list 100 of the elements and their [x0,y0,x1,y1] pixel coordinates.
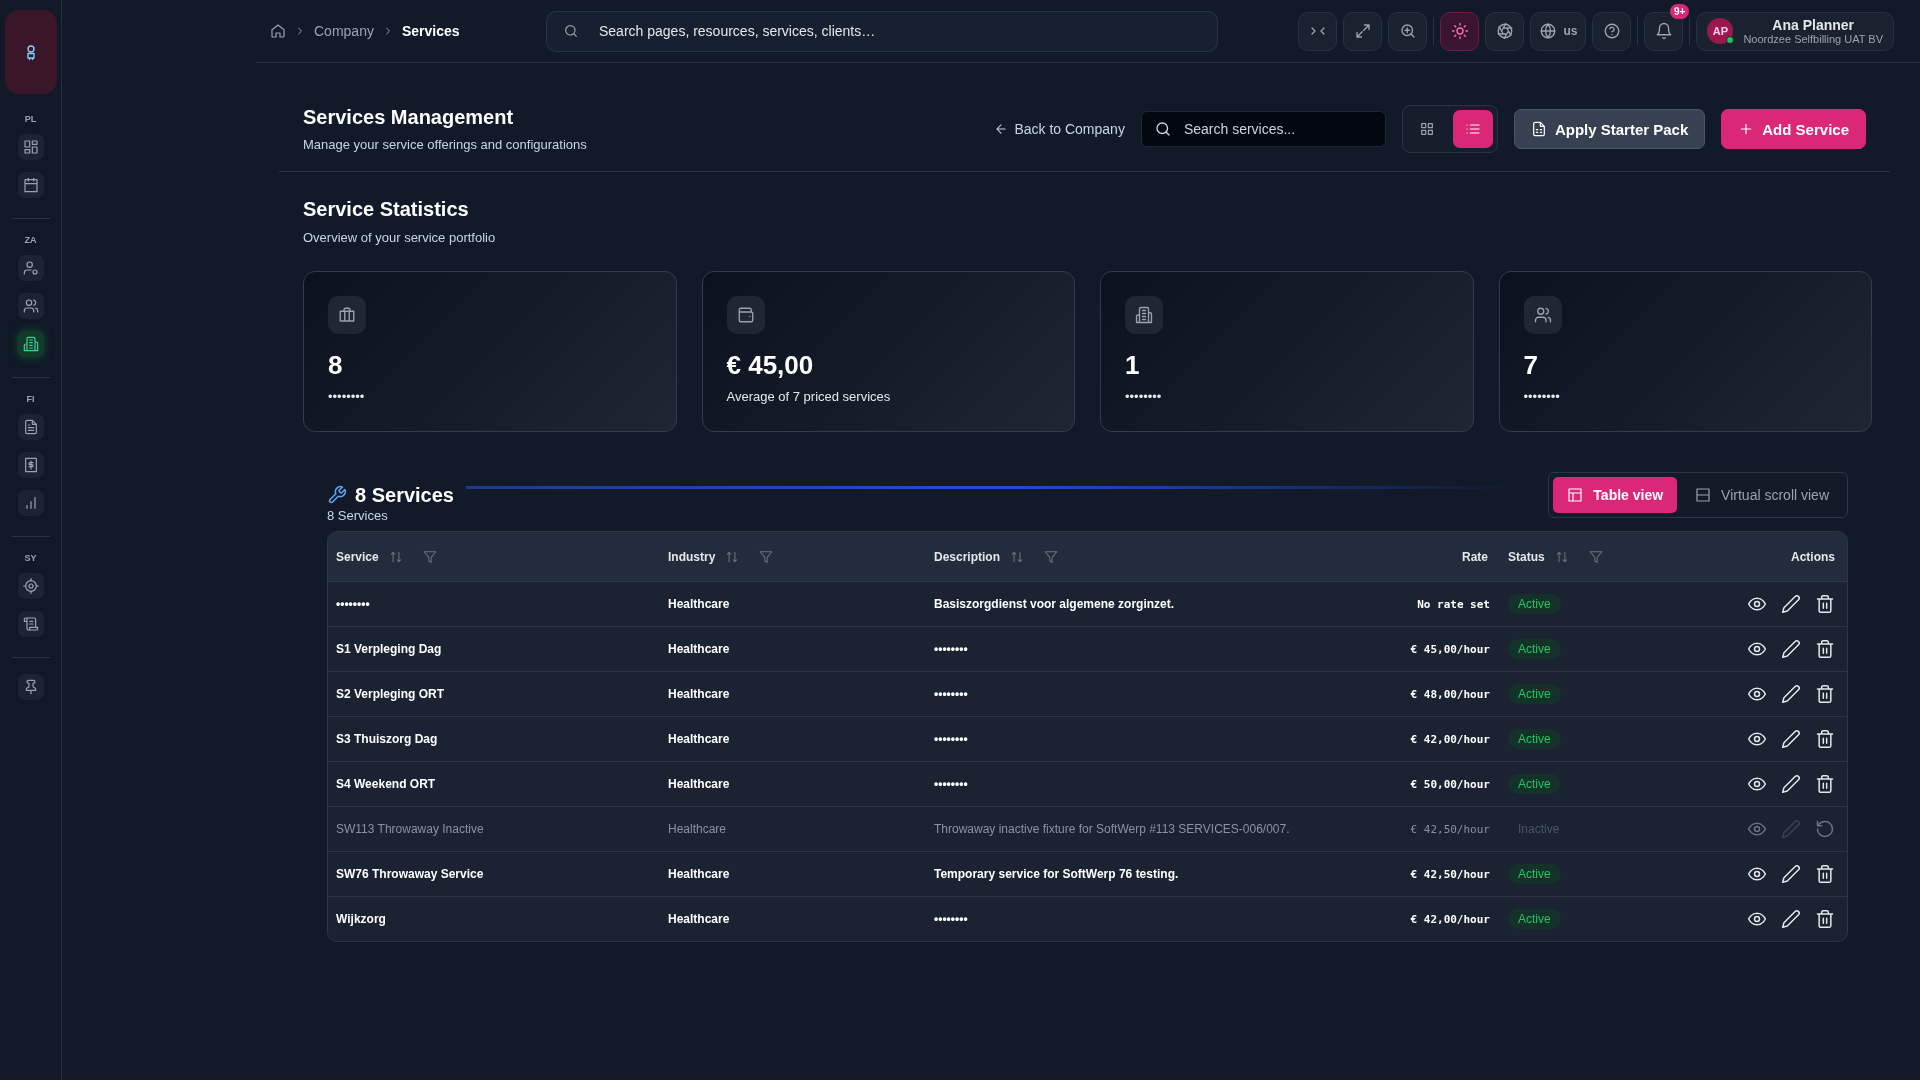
filter-icon [1588,549,1603,564]
fullscreen-button[interactable] [1343,11,1383,51]
delete-button[interactable] [1815,909,1835,929]
delete-button[interactable] [1815,594,1835,614]
edit-button[interactable] [1781,639,1801,659]
section-label: PL [24,114,37,124]
status-badge: Active [1508,594,1561,614]
table-cell-text: € 50,00/hour [1409,777,1491,791]
edit-button[interactable] [1781,594,1801,614]
notification-badge: 9+ [1670,3,1690,19]
search-input[interactable]: Search pages, resources, services, clients… [597,22,1201,40]
table-cell-text: € 42,00/hour [1409,732,1491,746]
table-cell-text: S2 Verpleging ORT [335,687,446,701]
sidebar-item[interactable] [17,331,44,357]
globe-icon [1539,22,1558,40]
delete-button[interactable] [1815,729,1835,749]
breadcrumb-item[interactable]: Company [314,23,374,39]
add-service-button[interactable]: Add Service [1721,109,1866,149]
language-button[interactable]: us [1530,11,1587,51]
status-badge: Active [1508,909,1561,929]
table-cell-text: Healthcare [667,597,731,611]
aperture-icon [1495,22,1514,40]
sidebar-item[interactable] [17,490,44,516]
document-icon [1530,121,1547,137]
column-header[interactable]: Description [934,549,1000,564]
search-field[interactable]: Search services... [1140,111,1386,147]
restore-icon [1815,819,1835,839]
column-header[interactable]: Industry [668,549,716,564]
theme-toggle[interactable] [1440,11,1480,51]
page-title: Services Management [303,106,515,129]
delete-button[interactable] [1815,774,1835,794]
sidebar-item[interactable] [17,452,44,478]
apply-starter-pack-button[interactable]: Apply Starter Pack [1513,109,1706,149]
table-cell-text: Healthcare [667,777,731,791]
table-cell-text: •••••••• [933,777,969,791]
table-cell-text: •••••••• [933,687,969,701]
restore-button[interactable] [1815,819,1835,839]
pencil-icon [1781,774,1801,794]
search-field[interactable]: Search pages, resources, services, clients… [546,10,1218,52]
section-label: ZA [24,235,37,245]
column-header[interactable]: Status [1508,549,1545,564]
section-label: SY [24,553,37,563]
status-badge: Active [1508,774,1561,794]
aperture-button[interactable] [1485,11,1525,51]
table-cell-text: Healthcare [667,822,728,836]
pin-button[interactable] [17,674,44,700]
pencil-icon [1781,819,1801,839]
filter-icon [422,549,437,564]
filter-icon [1044,549,1058,564]
section-title: 8 Services [355,483,454,507]
trash-icon [1815,729,1835,749]
stat-value: 1 [1125,350,1141,381]
sidebar-item[interactable] [17,414,44,440]
zoom-button[interactable] [1388,11,1428,51]
column-header[interactable]: Actions [1791,549,1835,564]
column-header[interactable]: Service [336,549,379,564]
help-button[interactable] [1592,11,1632,51]
edit-button[interactable] [1781,774,1801,794]
column-header[interactable]: Rate [1462,549,1488,564]
edit-button[interactable] [1781,909,1801,929]
edit-button[interactable] [1781,864,1801,884]
user-settings-icon [22,260,39,276]
delete-button[interactable] [1815,684,1835,704]
sidebar-item[interactable] [17,134,44,160]
sort-icon [1554,549,1569,564]
sidebar-item[interactable] [17,255,44,281]
briefcase-icon [338,306,356,324]
section-subtitle: Overview of your service portfolio [303,230,497,245]
wrench-icon [327,485,347,505]
edit-button[interactable] [1781,684,1801,704]
sun-icon [1450,22,1469,40]
arrow-left-icon [994,122,1009,136]
table-cell-text: € 42,50/hour [1409,867,1491,881]
table-cell-text: € 42,00/hour [1409,912,1491,926]
building-icon [1135,306,1153,324]
table-icon [1567,487,1584,503]
expand-icon [1353,22,1372,40]
sidebar-item[interactable] [17,172,44,198]
home-link[interactable] [270,23,286,39]
sidebar-item[interactable] [17,611,44,637]
delete-button[interactable] [1815,864,1835,884]
back-link[interactable]: Back to Company [994,121,1125,137]
view-tab[interactable]: Table view [1553,477,1678,513]
page-subtitle: Manage your service offerings and configurations [303,137,587,152]
delete-button[interactable] [1815,639,1835,659]
trash-icon [1815,684,1835,704]
pencil-icon [1781,864,1801,884]
user-avatar: AP [1707,18,1734,44]
pencil-icon [1781,594,1801,614]
view-tab[interactable]: Virtual scroll view [1681,477,1843,513]
view-mode-button[interactable] [1452,110,1493,148]
sidebar-item[interactable] [17,573,44,599]
filter-icon [759,549,774,564]
sidebar-item[interactable] [17,293,44,319]
user-menu[interactable]: AP Ana Planner Noordzee Selfbilling UAT BV [1696,11,1894,51]
trash-icon [1815,864,1835,884]
document-icon [22,419,39,435]
edit-button[interactable] [1781,729,1801,749]
trash-icon [1815,909,1835,929]
search-input[interactable]: Search services... [1181,120,1366,138]
